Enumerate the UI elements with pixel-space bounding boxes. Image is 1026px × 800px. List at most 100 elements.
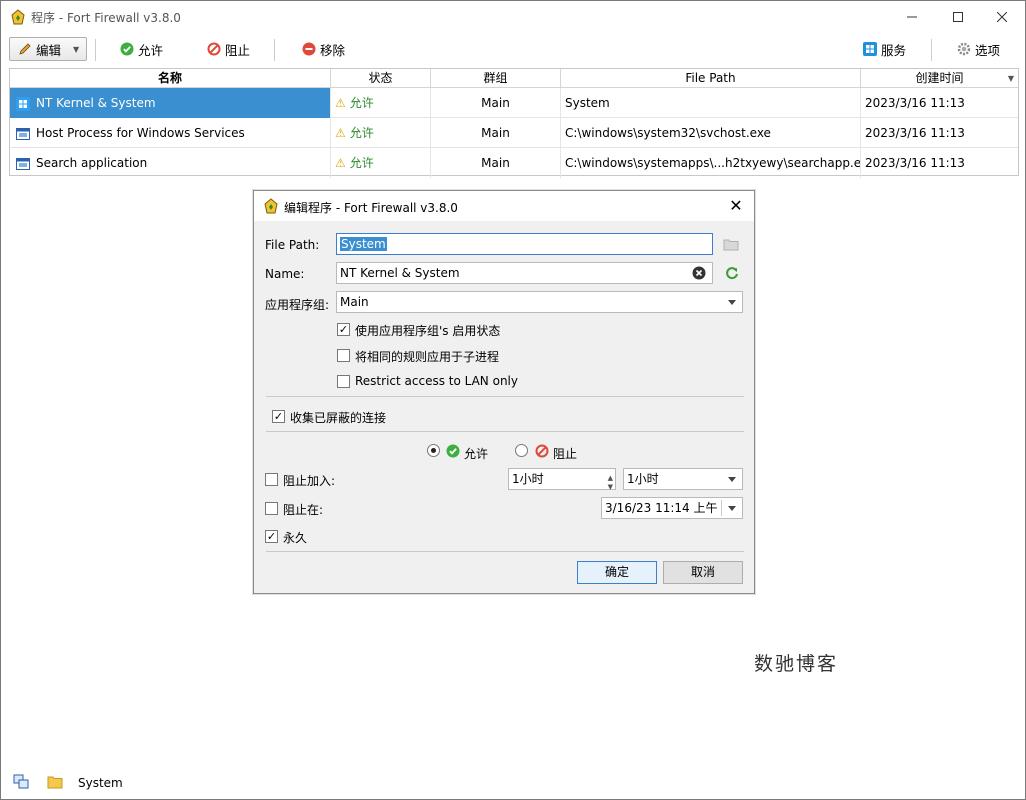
maximize-button[interactable] (935, 1, 981, 32)
column-header-file-path[interactable]: File Path (561, 69, 861, 88)
forever-checkbox[interactable]: ✓ (265, 530, 278, 543)
app-group-value: Main (340, 295, 369, 309)
warning-icon: ⚠ (335, 126, 346, 140)
close-icon (997, 11, 1007, 22)
application-window-icon (16, 127, 30, 140)
chevron-down-icon: ▼ (73, 44, 80, 54)
use-group-enabled-label: 使用应用程序组's 启用状态 (355, 324, 501, 338)
warning-icon: ⚠ (335, 156, 346, 170)
column-header-created[interactable]: 创建时间 ▼ (861, 69, 1018, 88)
edit-menu-button[interactable]: 编辑 ▼ (9, 37, 87, 61)
services-label: 服务 (881, 42, 907, 58)
group-cell: Main (431, 148, 561, 178)
windows-icon (863, 42, 877, 56)
dialog-close-button[interactable]: ✕ (726, 196, 746, 216)
watermark-text: 数驰博客 (754, 653, 839, 675)
checkmark-icon: ✓ (273, 410, 284, 423)
block-in-spinbox[interactable]: 1小时 ▲ ▼ (508, 468, 616, 491)
dropdown-divider (721, 500, 722, 516)
file-path-input[interactable]: System (336, 233, 713, 255)
collect-blocked-checkbox[interactable]: ✓ (272, 410, 285, 423)
folder-icon[interactable] (723, 237, 739, 251)
services-button[interactable]: 服务 (863, 37, 906, 61)
column-header-group[interactable]: 群组 (431, 69, 561, 88)
program-name-cell: Host Process for Windows Services (10, 118, 331, 148)
sort-descending-icon: ▼ (1007, 74, 1014, 83)
programs-table: 名称 状态 群组 File Path 创建时间 ▼ NT Kernel & Sy… (9, 68, 1019, 178)
program-name-cell: NT Kernel & System (10, 88, 331, 118)
table-row[interactable]: Host Process for Windows Services ⚠ 允许 Ma… (10, 118, 1018, 148)
close-icon: ✕ (729, 196, 743, 215)
pencil-icon (19, 43, 31, 55)
program-name-cell: Search application (10, 148, 331, 178)
block-button[interactable]: 阻止 (207, 37, 250, 61)
options-label: 选项 (975, 42, 1001, 58)
block-radio[interactable] (515, 444, 528, 457)
status-text: 允许 (349, 126, 374, 140)
ok-button[interactable]: 确定 (577, 561, 657, 584)
column-header-created-label: 创建时间 (915, 71, 964, 85)
column-header-status[interactable]: 状态 (331, 69, 431, 88)
refresh-icon[interactable] (725, 266, 739, 280)
divider (266, 431, 744, 432)
restrict-lan-checkbox[interactable] (337, 375, 350, 388)
status-cell: ⚠ 允许 (331, 118, 431, 148)
use-group-enabled-checkbox[interactable]: ✓ (337, 323, 350, 336)
block-in-checkbox[interactable] (265, 473, 278, 486)
minimize-button[interactable] (889, 1, 935, 32)
created-cell: 2023/3/16 11:13 (865, 126, 965, 140)
cancel-button[interactable]: 取消 (663, 561, 743, 584)
block-at-label: 阻止在: (283, 503, 324, 517)
group-cell: Main (431, 88, 561, 118)
checkmark-icon: ✓ (338, 323, 349, 336)
options-button[interactable]: 选项 (957, 37, 1000, 61)
dialog-title: 编辑程序 - Fort Firewall v3.8.0 (284, 201, 458, 215)
block-in-unit-value: 1小时 (627, 472, 659, 486)
chevron-down-icon (728, 506, 736, 511)
warning-icon: ⚠ (335, 96, 346, 110)
chevron-down-icon (728, 477, 736, 482)
name-input[interactable]: NT Kernel & System (336, 262, 713, 284)
folder-open-icon[interactable] (47, 775, 63, 789)
block-at-checkbox[interactable] (265, 502, 278, 515)
clear-icon[interactable] (692, 266, 706, 280)
restrict-lan-label: Restrict access to LAN only (355, 374, 518, 388)
remove-label: 移除 (320, 42, 346, 58)
remove-button[interactable]: 移除 (302, 37, 345, 61)
toolbar-divider (931, 39, 932, 61)
status-text: 允许 (349, 156, 374, 170)
checkmark-icon: ✓ (266, 530, 277, 543)
apply-child-label: 将相同的规则应用于子进程 (355, 350, 500, 364)
block-at-value: 3/16/23 11:14 上午 (605, 501, 718, 515)
allow-radio[interactable] (427, 444, 440, 457)
spin-down-icon[interactable]: ▼ (608, 477, 613, 497)
status-cell: ⚠ 允许 (331, 148, 431, 178)
chevron-down-icon (728, 300, 736, 305)
column-header-name[interactable]: 名称 (10, 69, 331, 88)
block-at-datetime[interactable]: 3/16/23 11:14 上午 (601, 497, 743, 519)
file-path-cell: C:\windows\system32\svchost.exe (561, 118, 861, 148)
name-label: Name: (265, 267, 305, 281)
status-text: 允许 (349, 96, 374, 110)
table-row[interactable]: NT Kernel & System ⚠ 允许 Main System 2023/… (10, 88, 1018, 118)
apply-child-checkbox[interactable] (337, 349, 350, 362)
gear-icon (957, 42, 971, 56)
app-group-select[interactable]: Main (336, 291, 743, 313)
created-cell: 2023/3/16 11:13 (865, 96, 965, 110)
allow-button[interactable]: 允许 (120, 37, 163, 61)
app-group-label: 应用程序组: (265, 298, 330, 312)
table-row[interactable]: Search application ⚠ 允许 Main C:\windows\s… (10, 148, 1018, 178)
windows-copy-icon[interactable] (13, 774, 29, 790)
toolbar-divider (95, 39, 96, 61)
title-bar: 程序 - Fort Firewall v3.8.0 (1, 1, 1025, 32)
fort-firewall-logo-icon (264, 198, 278, 214)
block-radio-label: 阻止 (553, 447, 578, 461)
block-in-unit-select[interactable]: 1小时 (623, 468, 743, 490)
check-circle-icon (120, 42, 134, 56)
file-path-value: System (340, 237, 387, 251)
close-button[interactable] (979, 1, 1025, 32)
toolbar-divider (274, 39, 275, 61)
edit-program-dialog: 编辑程序 - Fort Firewall v3.8.0 ✕ File Path:… (253, 190, 755, 594)
group-cell: Main (431, 118, 561, 148)
application-window-icon (16, 157, 30, 170)
